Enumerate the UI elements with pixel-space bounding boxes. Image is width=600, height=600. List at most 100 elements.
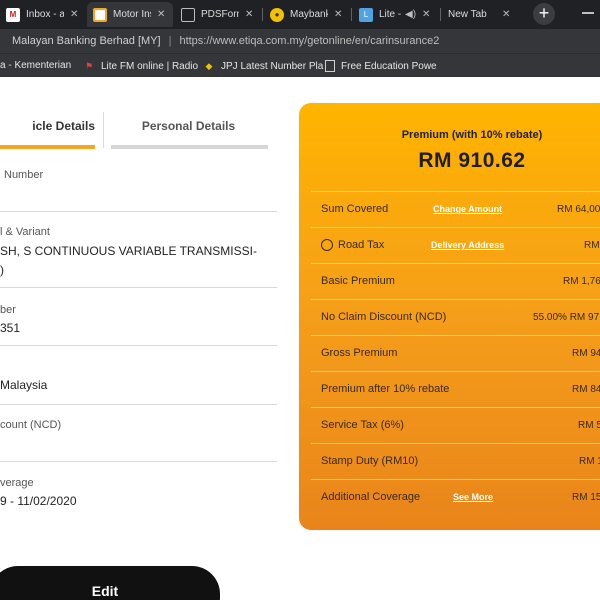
row-additional-coverage: Additional Coverage See More RM 15	[311, 479, 600, 515]
flag-icon: ⚑	[84, 60, 94, 71]
radio-icon[interactable]	[321, 239, 333, 251]
litefm-icon: L	[359, 7, 373, 22]
delivery-address-link[interactable]: Delivery Address	[431, 240, 504, 250]
address-separator: |	[168, 35, 172, 47]
minimize-icon[interactable]	[582, 12, 594, 14]
tab-label: Motor Ins	[113, 9, 151, 20]
field-label: verage	[0, 477, 34, 489]
row-service-tax: Service Tax (6%) RM 5	[311, 407, 600, 443]
row-value: RM 5	[578, 420, 600, 431]
address-bar[interactable]: Malayan Banking Berhad [MY] | https://ww…	[0, 29, 600, 53]
field-divider	[0, 287, 277, 288]
gmail-icon: M	[6, 7, 20, 22]
close-icon[interactable]: ✕	[157, 9, 165, 20]
row-value: RM 1,76	[563, 276, 600, 287]
bookmark-label: Lite FM online | Radio	[101, 60, 199, 72]
row-value: 55.00% RM 97	[533, 312, 600, 323]
field-label: ber	[0, 304, 16, 316]
browser-tab-strip: M Inbox - a ✕ Motor Ins ✕ PDSForm ✕ ● Ma…	[0, 0, 600, 29]
field-value: 9 - 11/02/2020	[0, 494, 77, 508]
row-label: Sum Covered	[321, 203, 389, 215]
field-value: Malaysia	[0, 378, 48, 392]
url-text[interactable]: https://www.etiqa.com.my/getonline/en/ca…	[179, 35, 439, 47]
row-label: Service Tax (6%)	[321, 419, 404, 431]
tab-personal-details[interactable]: Personal Details	[110, 119, 267, 133]
page-icon	[325, 60, 335, 72]
field-divider	[0, 345, 277, 346]
field-label: count (NCD)	[0, 419, 62, 431]
close-icon[interactable]: ✕	[245, 9, 253, 20]
row-label: Stamp Duty (RM10)	[321, 455, 419, 467]
field-value: 351	[0, 321, 21, 335]
row-value: RM 94	[572, 348, 600, 359]
row-basic-premium: Basic Premium RM 1,76	[311, 263, 600, 299]
row-label: Gross Premium	[321, 347, 398, 359]
maybank-icon: ●	[270, 7, 284, 22]
tab-label: Lite -	[379, 9, 401, 20]
bookmark-lite-fm[interactable]: ⚑ Lite FM online | Radio	[83, 60, 198, 72]
browser-tab-inbox[interactable]: M Inbox - a ✕	[0, 2, 86, 27]
etiqa-icon	[93, 7, 107, 22]
close-icon[interactable]: ✕	[422, 9, 430, 20]
browser-tab-motor-insurance[interactable]: Motor Ins ✕	[87, 2, 173, 27]
inactive-tab-underline	[111, 145, 268, 149]
row-label: No Claim Discount (NCD)	[321, 311, 447, 323]
active-tab-underline	[0, 145, 95, 149]
field-divider	[0, 461, 277, 462]
bookmarks-bar: a - Kementerian ⚑ Lite FM online | Radio…	[0, 53, 600, 77]
browser-tab-pdsform[interactable]: PDSForm ✕	[175, 2, 261, 27]
row-road-tax: Road Tax Delivery Address RM	[311, 227, 600, 263]
row-label: Road Tax	[338, 239, 385, 251]
page-content: icle Details Personal Details Number l &…	[0, 77, 600, 600]
speaker-icon: ◀)	[405, 9, 417, 20]
browser-tab-maybank[interactable]: ● Maybank ✕	[264, 2, 350, 27]
see-more-link[interactable]: See More	[453, 492, 493, 502]
field-label: l & Variant	[0, 226, 50, 238]
row-gross-premium: Gross Premium RM 94	[311, 335, 600, 371]
field-value-cont: )	[0, 263, 4, 277]
document-icon	[181, 7, 195, 22]
bookmark-free-education[interactable]: Free Education Powe	[325, 60, 437, 72]
premium-title: Premium (with 10% rebate)	[401, 129, 543, 141]
close-icon[interactable]: ✕	[334, 9, 342, 20]
browser-tab-new-tab[interactable]: New Tab ✕	[442, 2, 528, 27]
row-value: RM	[584, 240, 600, 251]
tab-separator	[440, 8, 441, 21]
site-identity[interactable]: Malayan Banking Berhad [MY]	[0, 35, 161, 47]
edit-button[interactable]: Edit	[0, 566, 220, 600]
close-icon[interactable]: ✕	[502, 9, 510, 20]
change-amount-link[interactable]: Change Amount	[433, 204, 502, 214]
row-value: RM 64,00	[557, 204, 600, 215]
road-tax-option[interactable]: Road Tax	[321, 239, 384, 251]
tab-divider	[103, 112, 104, 148]
tab-label: Maybank	[290, 9, 328, 20]
bookmark-jpj[interactable]: ◆ JPJ Latest Number Pla	[203, 60, 324, 72]
tab-label: Inbox - a	[26, 9, 64, 20]
row-label: Additional Coverage	[321, 491, 421, 503]
row-value: RM 84	[572, 384, 600, 395]
field-label: Number	[4, 169, 44, 181]
row-label: Premium after 10% rebate	[321, 383, 450, 395]
row-label: Basic Premium	[321, 275, 395, 287]
close-icon[interactable]: ✕	[70, 9, 78, 20]
row-value: RM 15	[572, 492, 600, 503]
bookmark-label: Free Education Powe	[341, 60, 437, 72]
tab-label: PDSForm	[201, 9, 239, 20]
premium-card: Premium (with 10% rebate) RM 910.62 Sum …	[299, 103, 600, 530]
row-premium-after-rebate: Premium after 10% rebate RM 84	[311, 371, 600, 407]
new-tab-button[interactable]: +	[533, 3, 555, 25]
bookmark-label: a - Kementerian	[0, 60, 72, 71]
row-stamp-duty: Stamp Duty (RM10) RM 1	[311, 443, 600, 479]
field-divider	[0, 211, 277, 212]
bookmark-label: JPJ Latest Number Pla	[221, 60, 324, 72]
tab-separator	[262, 8, 263, 21]
tab-label: New Tab	[448, 9, 487, 20]
browser-tab-lite[interactable]: L Lite - ◀) ✕	[353, 2, 439, 27]
row-ncd: No Claim Discount (NCD) 55.00% RM 97	[311, 299, 600, 335]
bookmark-kementerian[interactable]: a - Kementerian	[0, 60, 71, 71]
row-value: RM 1	[579, 456, 600, 467]
premium-amount: RM 910.62	[418, 149, 526, 172]
row-sum-covered: Sum Covered Change Amount RM 64,00	[311, 191, 600, 227]
field-divider	[0, 404, 277, 405]
tab-vehicle-details[interactable]: icle Details	[0, 119, 95, 133]
